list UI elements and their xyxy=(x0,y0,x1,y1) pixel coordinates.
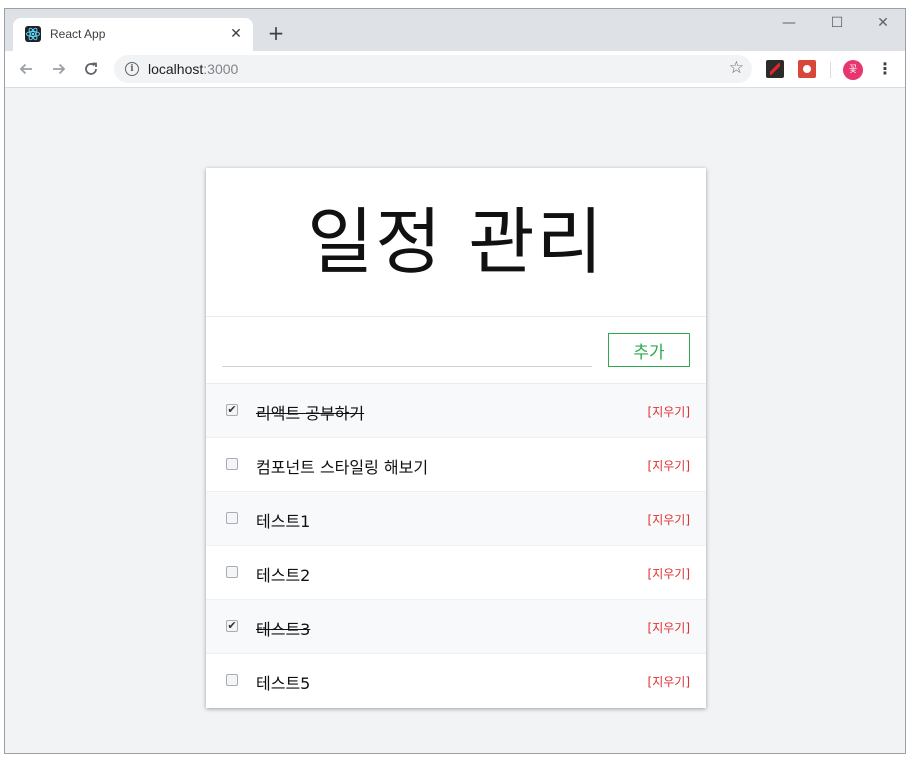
remove-button[interactable]: [지우기] xyxy=(648,457,690,474)
checkbox-checked[interactable]: ✔ xyxy=(226,404,238,416)
menu-dots-icon[interactable]: ⋮ xyxy=(877,59,893,79)
todo-text: 테스트5 xyxy=(256,674,311,693)
arrow-left-icon xyxy=(19,63,32,75)
checkbox-unchecked[interactable] xyxy=(226,458,238,470)
todo-item[interactable]: 테스트5 [지우기] xyxy=(206,654,706,708)
todo-list: ✔ 리액트 공부하기 [지우기] 컴포넌트 스타일링 해보기 [지우기] 테스트1 [지우기… xyxy=(206,384,706,708)
todo-text: 테스트2 xyxy=(256,566,311,585)
new-tab-button[interactable]: + xyxy=(264,22,288,46)
todo-item[interactable]: 컴포넌트 스타일링 해보기 [지우기] xyxy=(206,438,706,492)
page-title: 일정 관리 xyxy=(307,200,605,284)
maximize-button[interactable]: ☐ xyxy=(817,11,857,35)
remove-button[interactable]: [지우기] xyxy=(648,511,690,528)
address-bar[interactable]: i localhost:3000 ☆ xyxy=(114,55,752,83)
forward-button[interactable] xyxy=(46,56,72,82)
checkbox-checked[interactable]: ✔ xyxy=(226,620,238,632)
url-port: :3000 xyxy=(203,61,239,77)
todo-text: 컴포넌트 스타일링 해보기 xyxy=(256,458,429,477)
url-text[interactable]: localhost:3000 xyxy=(148,61,238,77)
remove-button[interactable]: [지우기] xyxy=(648,565,690,582)
profile-avatar[interactable]: 꽃 xyxy=(843,60,863,80)
add-button[interactable]: 추가 xyxy=(608,333,690,367)
extension-icon[interactable] xyxy=(798,60,816,78)
tab-title: React App xyxy=(50,27,106,41)
todo-item[interactable]: 테스트1 [지우기] xyxy=(206,492,706,546)
todo-template: 일정 관리 추가 ✔ 리액트 공부하기 [지우기] 컴포넌트 스타일링 해보기 [지우기… xyxy=(206,168,706,708)
tab-close-icon[interactable]: ✕ xyxy=(227,25,245,43)
minimize-button[interactable]: — xyxy=(769,11,809,35)
back-button[interactable] xyxy=(13,56,39,82)
browser-window: React App ✕ + — ☐ ✕ i localhost:3000 ☆ 꽃… xyxy=(4,8,906,754)
react-logo-icon xyxy=(25,26,41,42)
todo-text: 테스트3 xyxy=(256,620,311,639)
toolbar-divider xyxy=(830,62,831,78)
remove-button[interactable]: [지우기] xyxy=(648,619,690,636)
browser-toolbar: i localhost:3000 ☆ 꽃 ⋮ xyxy=(5,51,905,88)
close-window-button[interactable]: ✕ xyxy=(863,11,903,35)
tab-strip: React App ✕ + — ☐ ✕ xyxy=(5,9,905,51)
remove-button[interactable]: [지우기] xyxy=(648,403,690,420)
remove-button[interactable]: [지우기] xyxy=(648,673,690,690)
checkbox-unchecked[interactable] xyxy=(226,566,238,578)
checkbox-unchecked[interactable] xyxy=(226,512,238,524)
arrow-right-icon xyxy=(53,63,66,75)
todo-form: 추가 xyxy=(206,317,706,384)
todo-item[interactable]: 테스트2 [지우기] xyxy=(206,546,706,600)
checkbox-unchecked[interactable] xyxy=(226,674,238,686)
todo-text: 테스트1 xyxy=(256,512,311,531)
info-icon[interactable]: i xyxy=(125,62,139,76)
todo-text: 리액트 공부하기 xyxy=(256,404,365,423)
todo-item[interactable]: ✔ 테스트3 [지우기] xyxy=(206,600,706,654)
reload-button[interactable] xyxy=(78,56,104,82)
pdf-extension-icon[interactable] xyxy=(766,60,784,78)
todo-header: 일정 관리 xyxy=(206,168,706,317)
todo-item[interactable]: ✔ 리액트 공부하기 [지우기] xyxy=(206,384,706,438)
reload-icon xyxy=(85,62,97,75)
bookmark-star-icon[interactable]: ☆ xyxy=(729,58,744,78)
url-host: localhost xyxy=(148,61,204,77)
tab-react-app[interactable]: React App ✕ xyxy=(13,18,253,51)
todo-input[interactable] xyxy=(222,339,592,367)
